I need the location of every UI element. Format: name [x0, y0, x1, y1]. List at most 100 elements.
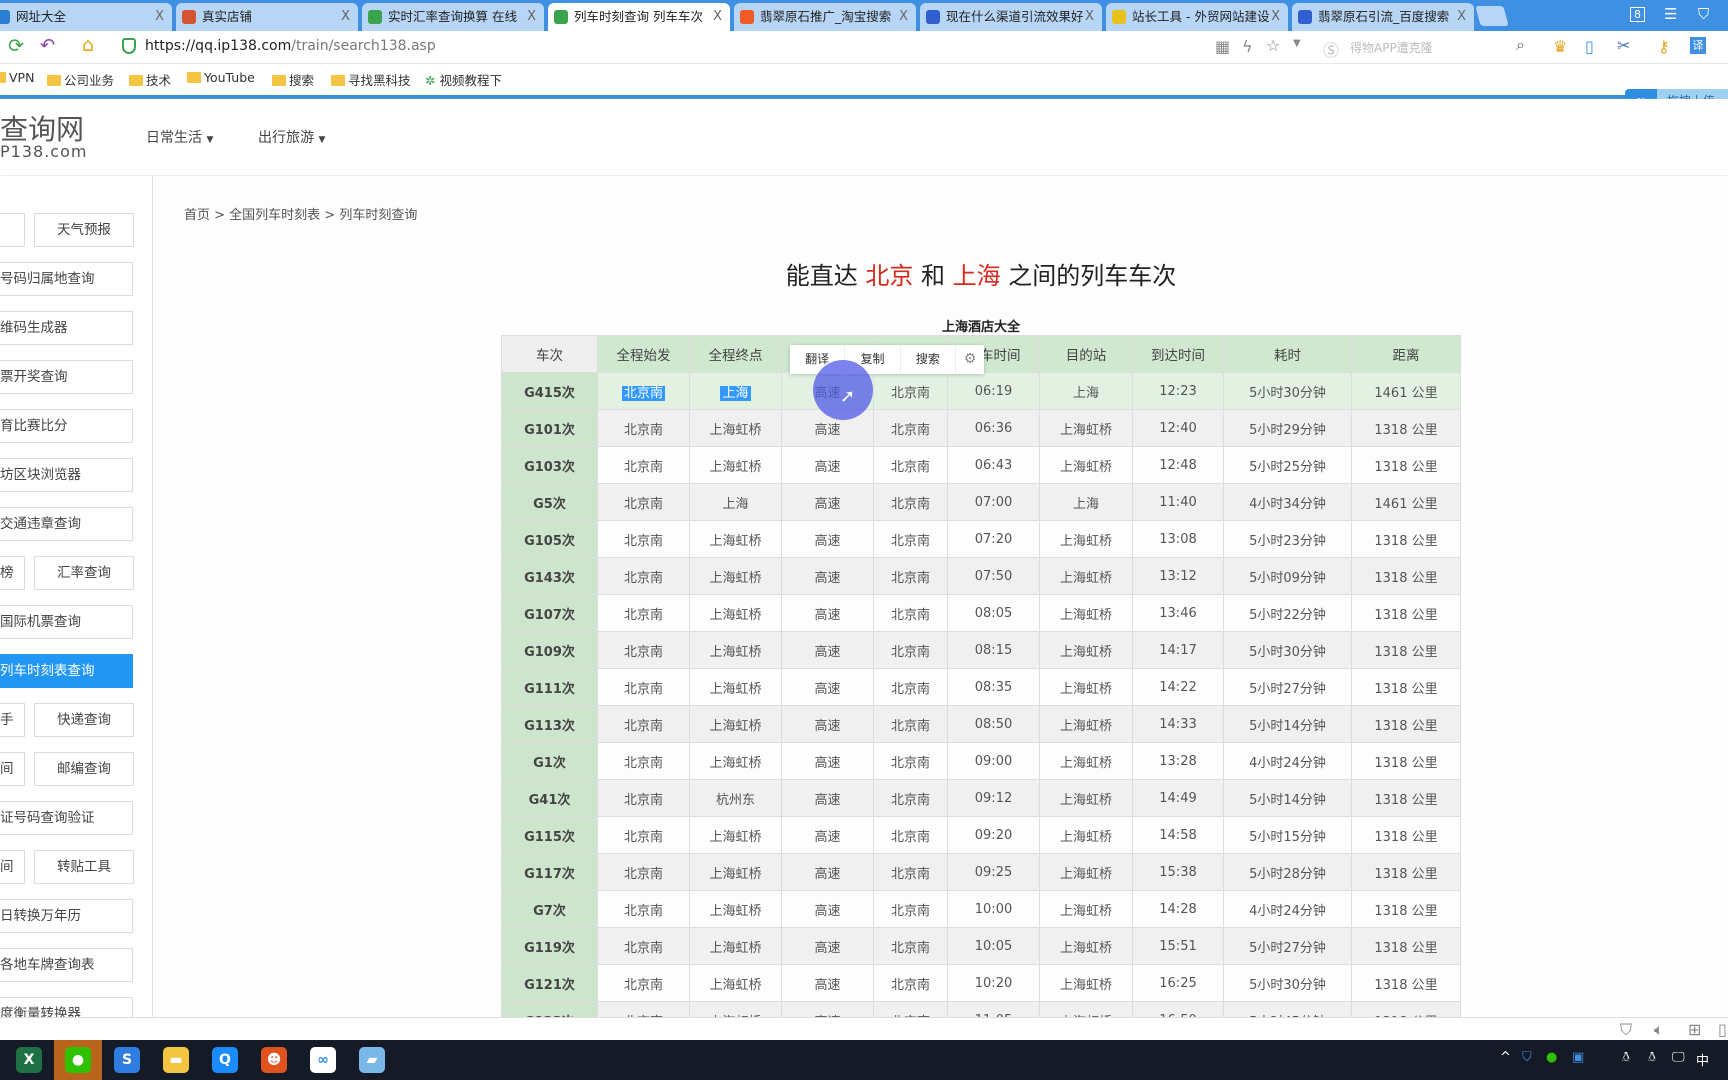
bookmark-vpn[interactable]: VPN — [0, 70, 34, 85]
train-number[interactable]: G143次 — [501, 557, 598, 595]
sidebar-item[interactable]: 票开奖查询 — [0, 360, 133, 394]
bookmark-folder[interactable]: 技术 — [129, 70, 171, 89]
menu-icon[interactable]: ☰ — [1664, 5, 1677, 23]
table-row[interactable]: G415次北京南上海高速北京南06:19上海12:235小时30分钟1461 公… — [501, 372, 1461, 410]
train-number[interactable]: G7次 — [501, 890, 598, 928]
nav-travel[interactable]: 出行旅游 ▼ — [258, 127, 325, 147]
browser-tab[interactable]: 真实店铺 X — [176, 3, 358, 31]
shield-check-icon[interactable]: ⛉ — [1620, 1020, 1632, 1040]
train-number[interactable]: G115次 — [501, 816, 598, 854]
train-number[interactable]: G117次 — [501, 853, 598, 891]
browser-tab[interactable]: 站长工具 - 外贸网站建设 X — [1106, 3, 1288, 31]
close-icon[interactable]: X — [527, 3, 536, 31]
close-icon[interactable]: X — [1085, 3, 1094, 31]
table-row[interactable]: G111次 北京南 上海虹桥 高速 北京南 08:35 上海虹桥 14:22 5小时27分钟 13… — [501, 668, 1461, 706]
bookmark-folder[interactable]: YouTube — [187, 70, 255, 85]
taskbar-excel[interactable]: X — [5, 1040, 53, 1080]
qq-tray-icon[interactable]: 🐧︎ — [1648, 1050, 1656, 1066]
table-row[interactable]: G115次 北京南 上海虹桥 高速 北京南 09:20 上海虹桥 14:58 5小时15分钟 13… — [501, 816, 1461, 854]
gear-icon[interactable]: ⚙ — [956, 345, 984, 374]
bookmark-folder[interactable]: 公司业务 — [47, 70, 114, 89]
phone-icon[interactable]: ▯ — [1585, 37, 1594, 56]
ime-indicator[interactable]: 中 — [1696, 1050, 1709, 1069]
table-row[interactable]: G113次 北京南 上海虹桥 高速 北京南 08:50 上海虹桥 14:33 5小时14分钟 13… — [501, 705, 1461, 743]
train-number[interactable]: G109次 — [501, 631, 598, 669]
close-icon[interactable]: X — [899, 3, 908, 31]
browser-tab[interactable]: 网址大全 X — [0, 3, 172, 31]
train-number[interactable]: G121次 — [501, 964, 598, 1002]
new-tab-button[interactable] — [1475, 6, 1509, 26]
taskbar-file-explorer[interactable]: ▬ — [152, 1040, 200, 1080]
star-icon[interactable]: ☆ — [1266, 36, 1280, 55]
sidebar-item[interactable]: 间 — [0, 752, 25, 786]
sidebar-item[interactable] — [0, 213, 25, 247]
taskbar-baidu-netdisk[interactable]: ∞ — [299, 1040, 347, 1080]
bookmark-folder[interactable]: 搜索 — [272, 70, 314, 89]
taskbar-app-mascot[interactable]: ☻ — [250, 1040, 298, 1080]
train-number[interactable]: G113次 — [501, 705, 598, 743]
table-row[interactable]: G107次 北京南 上海虹桥 高速 北京南 08:05 上海虹桥 13:46 5小时22分钟 13… — [501, 594, 1461, 632]
sidebar-item[interactable]: 榜 — [0, 556, 25, 590]
home-icon[interactable]: ⌂ — [82, 34, 94, 56]
sidebar-item[interactable]: 证号码查询验证 — [0, 801, 133, 835]
taskbar-sogou-browser[interactable]: S — [103, 1040, 151, 1080]
lightning-icon[interactable]: ϟ — [1242, 37, 1253, 56]
sidebar-item[interactable]: 快递查询 — [34, 703, 134, 737]
train-number[interactable]: G119次 — [501, 927, 598, 965]
url-field[interactable]: https://qq.ip138.com/train/search138.asp — [145, 38, 436, 54]
sidebar-item[interactable]: 度衡量转换器 — [0, 997, 133, 1017]
sidebar-item[interactable]: 交通违章查询 — [0, 507, 133, 541]
browser-tab[interactable]: 翡翠原石引流_百度搜索 X — [1292, 3, 1474, 31]
train-number[interactable]: G41次 — [501, 779, 598, 817]
qq-tray-icon[interactable]: 🐧︎ — [1622, 1050, 1630, 1066]
tray-expand-icon[interactable]: ^ — [1500, 1050, 1511, 1065]
table-row[interactable]: G7次 北京南 上海虹桥 高速 北京南 10:00 上海虹桥 14:28 4小时24分钟 1318… — [501, 890, 1461, 928]
bookmark-folder[interactable]: 寻找黑科技 — [331, 70, 411, 89]
table-row[interactable]: G101次 北京南 上海虹桥 高速 北京南 06:36 上海虹桥 12:40 5小时29分钟 13… — [501, 409, 1461, 447]
taskbar-notepad[interactable]: ▰ — [348, 1040, 396, 1080]
table-row[interactable]: G105次 北京南 上海虹桥 高速 北京南 07:20 上海虹桥 13:08 5小时23分钟 13… — [501, 520, 1461, 558]
key-icon[interactable]: ⚷ — [1658, 37, 1670, 56]
volume-icon[interactable]: 🔈︎ — [1654, 1020, 1664, 1040]
download-icon[interactable]: ⊞ — [1688, 1020, 1701, 1039]
train-number[interactable]: G5次 — [501, 483, 598, 521]
taskbar-wechat[interactable]: ● — [54, 1040, 102, 1080]
close-icon[interactable]: X — [713, 3, 722, 31]
train-number[interactable]: G1次 — [501, 742, 598, 780]
sidebar-item[interactable]: 邮编查询 — [34, 752, 134, 786]
sidebar-item[interactable]: 育比赛比分 — [0, 409, 133, 443]
table-row[interactable]: G1次 北京南 上海虹桥 高速 北京南 09:00 上海虹桥 13:28 4小时24分钟 1318… — [501, 742, 1461, 780]
close-icon[interactable]: X — [1271, 3, 1280, 31]
train-number[interactable]: G415次 — [501, 372, 598, 410]
table-row[interactable]: G109次 北京南 上海虹桥 高速 北京南 08:15 上海虹桥 14:17 5小时30分钟 13… — [501, 631, 1461, 669]
sidebar-item[interactable]: 转贴工具 — [34, 850, 134, 884]
sidebar-item[interactable]: 各地车牌查询表 — [0, 948, 133, 982]
browser-tab[interactable]: 现在什么渠道引流效果好 X — [920, 3, 1102, 31]
app-tray-icon[interactable]: ▣ — [1572, 1050, 1584, 1065]
search-icon[interactable]: ⌕ — [1516, 35, 1525, 55]
table-row[interactable]: G5次 北京南 上海 高速 北京南 07:00 上海 11:40 4小时34分钟 1461 公里 — [501, 483, 1461, 521]
close-icon[interactable]: X — [341, 3, 350, 31]
search-input[interactable]: 得物APP遭克隆 — [1350, 39, 1433, 56]
sidebar-item[interactable]: 手 — [0, 703, 25, 737]
sidebar-item[interactable]: 天气预报 — [34, 213, 134, 247]
table-row[interactable]: G121次 北京南 上海虹桥 高速 北京南 10:20 上海虹桥 16:25 5小时30分钟 13… — [501, 964, 1461, 1002]
sidebar-item[interactable]: 间 — [0, 850, 25, 884]
wechat-tray-icon[interactable]: ● — [1546, 1050, 1557, 1065]
browser-tab[interactable]: 实时汇率查询换算 在线 X — [362, 3, 544, 31]
skin-icon[interactable]: ⛉ — [1698, 5, 1709, 23]
undo-icon[interactable]: ↶ — [40, 35, 55, 56]
hotel-link[interactable]: 上海酒店大全 — [501, 316, 1461, 335]
table-row[interactable]: G143次 北京南 上海虹桥 高速 北京南 07:50 上海虹桥 13:12 5小时09分钟 13… — [501, 557, 1461, 595]
train-number[interactable]: G111次 — [501, 668, 598, 706]
scissors-icon[interactable]: ✂ — [1617, 36, 1630, 55]
sidebar-item[interactable]: 列车时刻表查询 — [0, 654, 133, 688]
security-tray-icon[interactable]: ⛉ — [1522, 1050, 1532, 1065]
qr-icon[interactable]: ▦ — [1215, 37, 1230, 56]
sidebar-item[interactable]: 日转换万年历 — [0, 899, 133, 933]
sidebar-item[interactable]: 号码归属地查询 — [0, 262, 133, 296]
train-number[interactable]: G105次 — [501, 520, 598, 558]
sidebar-item[interactable]: 维码生成器 — [0, 311, 133, 345]
taskbar-qq-browser[interactable]: Q — [201, 1040, 249, 1080]
sidebar-item[interactable]: 汇率查询 — [34, 556, 134, 590]
